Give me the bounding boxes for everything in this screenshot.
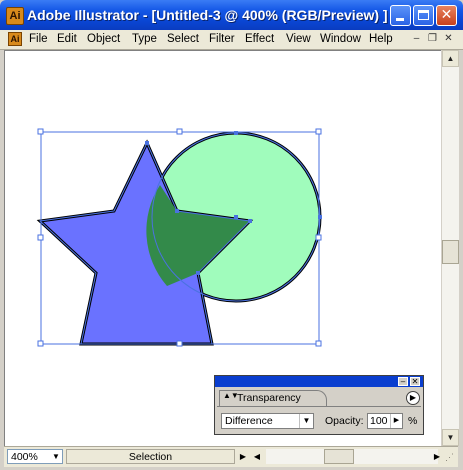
zoom-value: 400% xyxy=(11,451,38,463)
anchor-point xyxy=(175,209,179,213)
status-display[interactable]: Selection xyxy=(66,449,235,464)
menu-file[interactable]: File xyxy=(29,33,48,45)
status-menu-icon[interactable]: ▶ xyxy=(236,449,250,464)
menu-filter[interactable]: Filter xyxy=(209,33,235,45)
handle-top-left xyxy=(37,128,44,135)
handle-top-middle xyxy=(176,128,183,135)
blend-mode-select[interactable]: Difference ▼ xyxy=(221,413,314,429)
zoom-field[interactable]: 400% ▼ xyxy=(7,449,63,464)
menu-object[interactable]: Object xyxy=(87,33,120,45)
anchor-point xyxy=(234,215,238,219)
tab-label: Transparency xyxy=(237,392,301,404)
palette-title-bar[interactable]: – ✕ xyxy=(215,376,423,387)
scroll-down-button[interactable]: ▼ xyxy=(442,429,459,446)
scroll-left-button[interactable]: ◀ xyxy=(250,449,264,464)
menu-edit[interactable]: Edit xyxy=(57,33,77,45)
palette-close-button[interactable]: ✕ xyxy=(410,377,420,386)
anchor-point xyxy=(196,271,200,275)
anchor-point xyxy=(145,141,149,145)
status-bar: 400% ▼ Selection ▶ ◀ ▶ ⋰ xyxy=(4,446,458,467)
handle-top-right xyxy=(315,128,322,135)
document-close-button[interactable]: ✕ xyxy=(442,33,455,45)
maximize-icon xyxy=(418,10,429,20)
maximize-button[interactable] xyxy=(413,5,434,26)
anchor-point xyxy=(234,131,238,135)
menu-window[interactable]: Window xyxy=(320,33,361,45)
close-button[interactable]: ✕ xyxy=(436,5,457,26)
menu-view[interactable]: View xyxy=(286,33,311,45)
horizontal-scroll-thumb[interactable] xyxy=(324,449,354,464)
vertical-scroll-thumb[interactable] xyxy=(442,240,459,264)
document-icon[interactable]: Ai xyxy=(8,32,22,46)
menu-help[interactable]: Help xyxy=(369,33,393,45)
document-minimize-button[interactable]: – xyxy=(410,33,423,45)
anchor-point xyxy=(318,215,322,219)
handle-middle-left xyxy=(37,234,44,241)
scroll-right-button[interactable]: ▶ xyxy=(430,449,444,464)
opacity-label: Opacity: xyxy=(325,415,364,427)
handle-bottom-middle xyxy=(176,340,183,347)
opacity-unit: % xyxy=(408,415,418,427)
minimize-icon xyxy=(396,18,404,21)
blend-mode-value: Difference xyxy=(225,415,273,427)
menu-select[interactable]: Select xyxy=(167,33,199,45)
palette-menu-button[interactable]: ▶ xyxy=(406,391,420,405)
illustrator-app-icon[interactable]: Ai xyxy=(6,7,24,25)
close-icon: ✕ xyxy=(440,7,453,23)
palette-divider xyxy=(217,406,421,407)
blend-mode-dropdown-icon[interactable]: ▼ xyxy=(299,414,313,428)
vertical-scrollbar[interactable]: ▲ ▼ xyxy=(441,50,459,446)
handle-bottom-right xyxy=(315,340,322,347)
palette-minimize-button[interactable]: – xyxy=(398,377,408,386)
document-restore-button[interactable]: ❐ xyxy=(426,33,439,45)
menu-type[interactable]: Type xyxy=(132,33,157,45)
opacity-field[interactable]: 100 ▶ xyxy=(367,413,403,429)
anchor-point xyxy=(248,219,252,223)
scroll-up-button[interactable]: ▲ xyxy=(442,50,459,67)
status-text: Selection xyxy=(128,451,173,463)
zoom-dropdown-icon[interactable]: ▼ xyxy=(50,450,62,463)
handle-middle-right xyxy=(315,234,322,241)
minimize-button[interactable] xyxy=(390,5,411,26)
tab-transparency[interactable]: ▲▼ Transparency xyxy=(219,390,327,406)
horizontal-scrollbar[interactable] xyxy=(266,449,438,464)
menu-bar: Ai File Edit Object Type Select Filter E… xyxy=(0,30,463,50)
illustrator-window: Ai Adobe Illustrator - [Untitled-3 @ 400… xyxy=(0,0,463,470)
handle-bottom-left xyxy=(37,340,44,347)
menu-effect[interactable]: Effect xyxy=(245,33,274,45)
transparency-palette: – ✕ ▲▼ Transparency ▶ Difference ▼ Opaci… xyxy=(214,375,424,435)
title-bar[interactable]: Ai Adobe Illustrator - [Untitled-3 @ 400… xyxy=(0,0,463,30)
window-title: Adobe Illustrator - [Untitled-3 @ 400% (… xyxy=(27,7,388,23)
opacity-slider-button[interactable]: ▶ xyxy=(390,414,402,428)
opacity-value: 100 xyxy=(370,415,388,427)
resize-grip-icon[interactable]: ⋰ xyxy=(445,451,457,463)
